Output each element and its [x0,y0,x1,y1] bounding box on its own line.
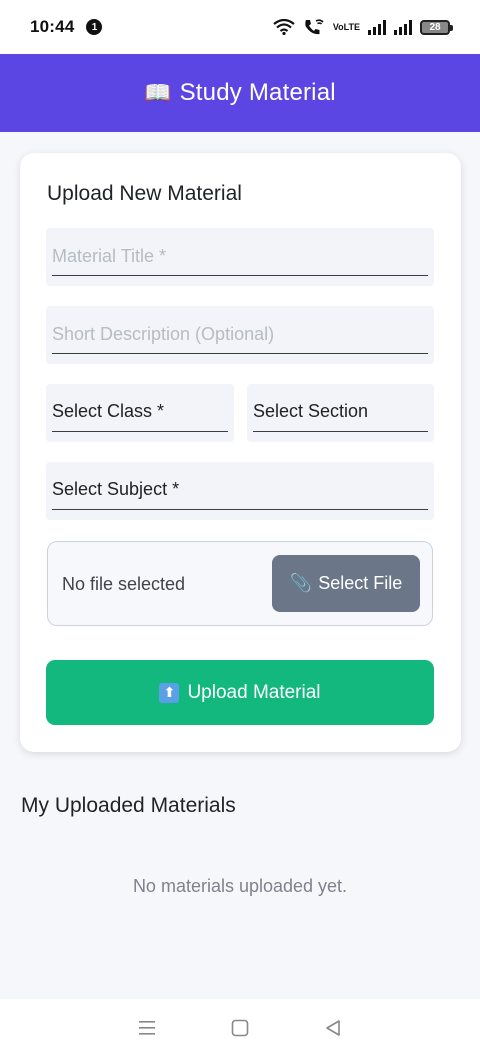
status-bar: 10:44 1 Vo LTE 28 [0,0,480,54]
notification-badge: 1 [86,19,103,35]
subject-select[interactable]: Select Subject * [46,462,434,520]
file-status: No file selected [62,574,186,594]
empty-state-message: No materials uploaded yet. [132,876,348,896]
subject-select-value: Select Subject * [52,479,180,499]
section-select-value: Select Section [253,401,369,421]
section-select[interactable]: Select Section [247,384,434,442]
upload-card-title: Upload New Material [47,182,242,205]
description-placeholder: Short Description (Optional) [52,324,275,344]
upload-material-label: Upload Material [187,681,321,703]
upload-card: Upload New Material Material Title * Sho… [20,153,461,752]
description-input[interactable]: Short Description (Optional) [46,306,434,364]
back-triangle-icon[interactable] [313,1008,353,1048]
volte-top: Vo [332,22,344,32]
paperclip-icon: 📎 [289,573,313,593]
status-time: 10:44 [30,17,75,36]
wifi-calling-icon [303,18,325,36]
input-underline [52,275,428,276]
select-file-label: Select File [318,573,403,593]
select-underline [52,509,428,510]
file-picker: No file selected 📎 Select File [47,541,433,626]
battery-icon: 28 [420,19,453,35]
material-title-input[interactable]: Material Title * [46,228,434,286]
app-header: 📖 Study Material [0,54,480,132]
wifi-icon [273,19,295,35]
page-title: Study Material [179,79,336,106]
menu-icon[interactable] [127,1008,167,1048]
upload-material-button[interactable]: ⬆ Upload Material [46,660,434,725]
book-icon: 📖 [144,80,172,105]
volte-icon: Vo LTE [332,22,360,32]
select-underline [253,431,428,432]
signal-icon-sim1 [368,19,386,35]
class-select[interactable]: Select Class * [46,384,234,442]
status-icons: Vo LTE 28 [273,18,453,36]
status-left: 10:44 1 [30,17,103,37]
class-select-value: Select Class * [52,401,165,421]
input-underline [52,353,428,354]
uploaded-materials-title: My Uploaded Materials [21,794,236,817]
home-square-icon[interactable] [220,1008,260,1048]
system-nav-bar [0,999,480,1057]
material-title-placeholder: Material Title * [52,246,167,266]
select-file-button[interactable]: 📎 Select File [272,555,420,612]
volte-bottom: LTE [343,22,360,32]
select-underline [52,431,228,432]
signal-icon-sim2 [394,19,412,35]
upload-arrow-icon: ⬆ [159,682,180,703]
